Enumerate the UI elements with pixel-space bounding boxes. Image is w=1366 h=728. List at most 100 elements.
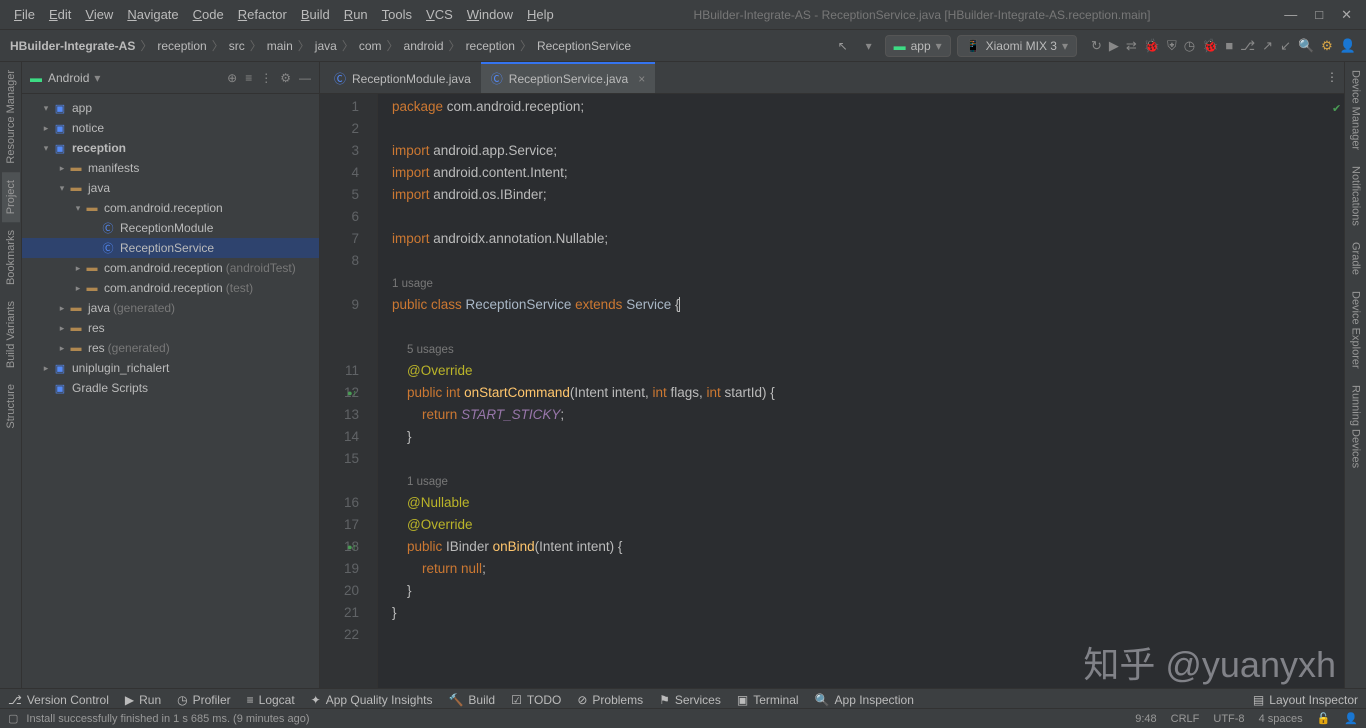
code-editor[interactable]: 1234567891112●↑131415161718●↑19202122 pa… bbox=[320, 94, 1344, 696]
tool-tab-structure[interactable]: Structure bbox=[2, 376, 20, 437]
menu-view[interactable]: View bbox=[79, 4, 119, 25]
breadcrumb-item[interactable]: ReceptionService bbox=[537, 39, 631, 53]
tool-tab-bookmarks[interactable]: Bookmarks bbox=[2, 222, 20, 293]
notification-icon[interactable]: 👤 bbox=[1344, 712, 1358, 725]
tree-node[interactable]: ⒸReceptionModule bbox=[22, 218, 319, 238]
menu-navigate[interactable]: Navigate bbox=[121, 4, 184, 25]
filter-icon[interactable]: ≡ bbox=[245, 71, 252, 85]
breadcrumb-item[interactable]: com bbox=[359, 39, 382, 53]
stop-icon[interactable]: ■ bbox=[1225, 38, 1233, 53]
menu-window[interactable]: Window bbox=[461, 4, 519, 25]
tree-node[interactable]: ▸▬java(generated) bbox=[22, 298, 319, 318]
menu-file[interactable]: File bbox=[8, 4, 41, 25]
git-icon[interactable]: ⎇ bbox=[1240, 38, 1255, 54]
gear-icon[interactable]: ⚙ bbox=[280, 71, 291, 85]
bottom-tab-logcat[interactable]: ≡Logcat bbox=[247, 693, 295, 707]
tree-node[interactable]: ▸▣uniplugin_richalert bbox=[22, 358, 319, 378]
close-icon[interactable]: ✕ bbox=[1341, 7, 1352, 23]
bottom-tab-services[interactable]: ⚑Services bbox=[659, 693, 721, 707]
bottom-tab-version-control[interactable]: ⎇Version Control bbox=[8, 693, 109, 707]
apply-changes-icon[interactable]: ⇄ bbox=[1126, 38, 1137, 54]
view-selector[interactable]: Android bbox=[48, 71, 89, 85]
hide-icon[interactable]: — bbox=[299, 71, 311, 85]
maximize-icon[interactable]: □ bbox=[1315, 7, 1323, 23]
search-icon[interactable]: 🔍 bbox=[1298, 38, 1314, 54]
chevron-down-icon[interactable]: ▾ bbox=[94, 71, 100, 85]
profile-icon[interactable]: ◷ bbox=[1184, 38, 1195, 54]
tool-tab-gradle[interactable]: Gradle bbox=[1347, 234, 1365, 283]
line-separator[interactable]: CRLF bbox=[1171, 713, 1200, 725]
tree-node[interactable]: ▾▣app bbox=[22, 98, 319, 118]
settings-icon[interactable]: ⚙ bbox=[1321, 38, 1333, 54]
project-tree[interactable]: ▾▣app▸▣notice▾▣reception▸▬manifests▾▬jav… bbox=[22, 94, 319, 696]
inspection-icon[interactable]: ✔ bbox=[1332, 98, 1340, 120]
close-tab-icon[interactable]: × bbox=[638, 72, 645, 86]
readonly-icon[interactable]: 🔓 bbox=[1317, 712, 1331, 725]
breadcrumb-item[interactable]: src bbox=[229, 39, 245, 53]
tree-node[interactable]: ▸▬com.android.reception(test) bbox=[22, 278, 319, 298]
bottom-tab-run[interactable]: ▶Run bbox=[125, 693, 161, 707]
breadcrumb-item[interactable]: reception bbox=[466, 39, 515, 53]
tool-tab-resource-manager[interactable]: Resource Manager bbox=[2, 62, 20, 172]
bottom-tab-app-quality-insights[interactable]: ✦App Quality Insights bbox=[311, 693, 433, 707]
menu-edit[interactable]: Edit bbox=[43, 4, 77, 25]
file-encoding[interactable]: UTF-8 bbox=[1213, 713, 1244, 725]
attach-icon[interactable]: 🐞 bbox=[1202, 38, 1218, 54]
run-icon[interactable]: ▶ bbox=[1109, 38, 1119, 54]
breadcrumb-item[interactable]: java bbox=[315, 39, 337, 53]
editor-tab[interactable]: ⒸReceptionModule.java bbox=[324, 62, 481, 93]
tree-node[interactable]: ▾▬com.android.reception bbox=[22, 198, 319, 218]
push-icon[interactable]: ↗ bbox=[1262, 38, 1273, 54]
tool-tab-device-explorer[interactable]: Device Explorer bbox=[1347, 283, 1365, 377]
breadcrumb-item[interactable]: android bbox=[404, 39, 444, 53]
menu-vcs[interactable]: VCS bbox=[420, 4, 459, 25]
hammer-icon[interactable]: ↖ bbox=[833, 36, 853, 56]
breadcrumb-item[interactable]: HBuilder-Integrate-AS bbox=[10, 39, 135, 53]
collapse-icon[interactable]: ⋮ bbox=[260, 71, 272, 85]
status-hide-icon[interactable]: ▢ bbox=[8, 712, 18, 725]
menu-code[interactable]: Code bbox=[187, 4, 230, 25]
bottom-tab-app-inspection[interactable]: 🔍App Inspection bbox=[815, 693, 914, 707]
account-icon[interactable]: 👤 bbox=[1340, 38, 1356, 54]
breadcrumb-item[interactable]: main bbox=[267, 39, 293, 53]
tool-tab-project[interactable]: Project bbox=[2, 172, 20, 222]
reload-icon[interactable]: ↻ bbox=[1091, 38, 1102, 54]
menu-build[interactable]: Build bbox=[295, 4, 336, 25]
tool-tab-running-devices[interactable]: Running Devices bbox=[1347, 377, 1365, 476]
tree-node[interactable]: ▾▬java bbox=[22, 178, 319, 198]
bottom-tab-build[interactable]: 🔨Build bbox=[448, 693, 495, 707]
menu-refactor[interactable]: Refactor bbox=[232, 4, 293, 25]
menu-tools[interactable]: Tools bbox=[376, 4, 418, 25]
coverage-icon[interactable]: ⛨ bbox=[1167, 38, 1177, 54]
target-icon[interactable]: ⊕ bbox=[227, 71, 237, 85]
menu-run[interactable]: Run bbox=[338, 4, 374, 25]
minimize-icon[interactable]: — bbox=[1284, 7, 1297, 23]
tree-node[interactable]: ▸▬res bbox=[22, 318, 319, 338]
tree-node[interactable]: ▾▣reception bbox=[22, 138, 319, 158]
tree-node[interactable]: ⒸReceptionService bbox=[22, 238, 319, 258]
tree-node[interactable]: ▣Gradle Scripts bbox=[22, 378, 319, 398]
breadcrumb-item[interactable]: reception bbox=[157, 39, 206, 53]
menu-help[interactable]: Help bbox=[521, 4, 560, 25]
tree-node[interactable]: ▸▬res(generated) bbox=[22, 338, 319, 358]
caret-position[interactable]: 9:48 bbox=[1135, 713, 1156, 725]
editor-tab[interactable]: ⒸReceptionService.java× bbox=[481, 62, 655, 93]
tool-tab-build-variants[interactable]: Build Variants bbox=[2, 293, 20, 376]
bottom-tab-todo[interactable]: ☑TODO bbox=[511, 693, 561, 707]
tree-node[interactable]: ▸▬manifests bbox=[22, 158, 319, 178]
tree-node[interactable]: ▸▬com.android.reception(androidTest) bbox=[22, 258, 319, 278]
run-config-selector[interactable]: ▬ app ▾ bbox=[885, 35, 951, 57]
more-icon[interactable]: ⋮ bbox=[1326, 70, 1338, 84]
dropdown-icon[interactable]: ▾ bbox=[859, 36, 879, 56]
pull-icon[interactable]: ↙ bbox=[1280, 38, 1291, 54]
bottom-tab-profiler[interactable]: ◷Profiler bbox=[177, 693, 231, 707]
bottom-tab-layout-inspector[interactable]: ▤Layout Inspector bbox=[1253, 693, 1358, 707]
debug-icon[interactable]: 🐞 bbox=[1144, 38, 1160, 54]
bottom-tab-problems[interactable]: ⊘Problems bbox=[577, 693, 643, 707]
device-selector[interactable]: 📱 Xiaomi MIX 3 ▾ bbox=[957, 35, 1077, 57]
tree-node[interactable]: ▸▣notice bbox=[22, 118, 319, 138]
bottom-tab-terminal[interactable]: ▣Terminal bbox=[737, 693, 799, 707]
tool-tab-device-manager[interactable]: Device Manager bbox=[1347, 62, 1365, 158]
tool-tab-notifications[interactable]: Notifications bbox=[1347, 158, 1365, 234]
indent-setting[interactable]: 4 spaces bbox=[1259, 713, 1303, 725]
